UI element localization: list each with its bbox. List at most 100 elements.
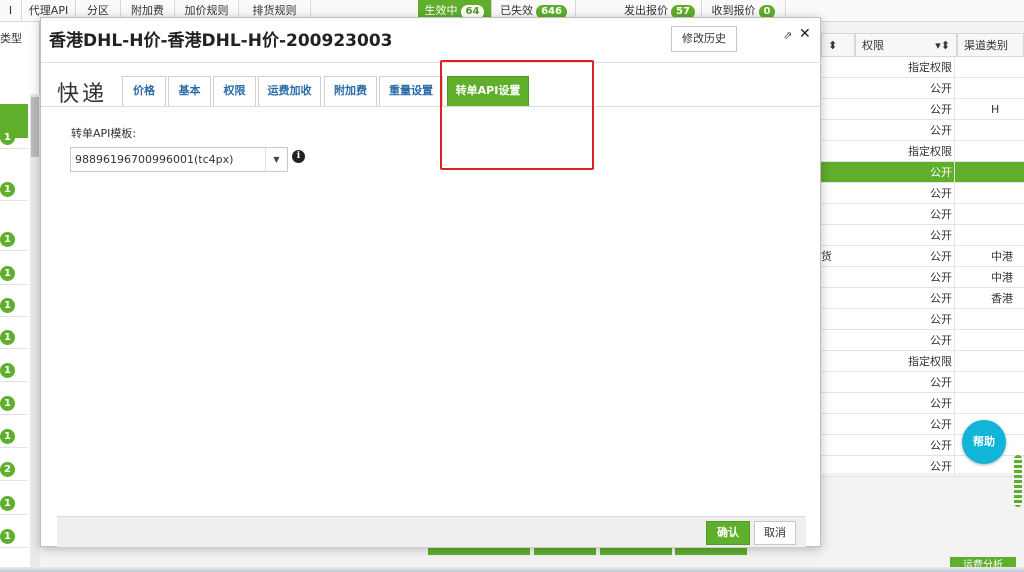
table-row[interactable]: 公开 bbox=[821, 309, 1024, 330]
count-badge: 1 bbox=[0, 363, 15, 378]
title-divider bbox=[41, 62, 822, 63]
transfer-api-template-label: 转单API模板: bbox=[71, 127, 137, 140]
dialog-footer: 确认 取消 bbox=[57, 516, 806, 547]
table-row[interactable]: 公开 香港 bbox=[821, 288, 1024, 309]
help-button[interactable]: 帮助 bbox=[962, 420, 1006, 464]
background-green-bar bbox=[534, 548, 596, 555]
close-icon[interactable]: ✕ bbox=[799, 26, 811, 42]
count-badge: 1 bbox=[0, 496, 15, 511]
tab-basic[interactable]: 基本 bbox=[168, 76, 211, 106]
sort-icon: ▾⬍ bbox=[935, 39, 950, 52]
table-row[interactable]: 公开 H bbox=[821, 99, 1024, 120]
type-column-header[interactable]: 类型 bbox=[0, 30, 22, 46]
channel-cell bbox=[991, 120, 1024, 141]
channel-cell bbox=[991, 351, 1024, 372]
channel-cell bbox=[991, 57, 1024, 78]
row-fragment-cell bbox=[821, 141, 831, 162]
table-row[interactable]: 公开 bbox=[821, 78, 1024, 99]
right-background-table: ⬍ 权限 ▾⬍ 渠道类别 指定权限 公开 公开 H 公开 指定权限 公开 公开 公开 公开货公开 中港… bbox=[821, 33, 1024, 477]
background-green-bar bbox=[600, 548, 672, 555]
tab-expired-label: 已失效 bbox=[500, 4, 534, 17]
table-row[interactable] bbox=[0, 447, 28, 448]
table-row[interactable]: 公开 bbox=[821, 330, 1024, 351]
info-icon[interactable]: i bbox=[292, 150, 305, 163]
confirm-button[interactable]: 确认 bbox=[706, 521, 750, 545]
table-row[interactable]: 公开 bbox=[821, 393, 1024, 414]
permission-cell: 公开 bbox=[855, 267, 955, 288]
row-fragment-cell bbox=[821, 57, 831, 78]
table-row[interactable] bbox=[0, 250, 28, 251]
permission-cell: 公开 bbox=[855, 162, 955, 183]
tab-surcharge[interactable]: 附加费 bbox=[324, 76, 377, 106]
permission-cell: 公开 bbox=[855, 120, 955, 141]
table-row[interactable] bbox=[0, 514, 28, 515]
tab-permission[interactable]: 权限 bbox=[213, 76, 256, 106]
table-row[interactable] bbox=[0, 200, 28, 201]
table-row[interactable] bbox=[0, 284, 28, 285]
table-row[interactable]: 指定权限 bbox=[821, 141, 1024, 162]
row-fragment-cell bbox=[821, 183, 831, 204]
left-scrollbar-thumb[interactable] bbox=[31, 97, 39, 157]
channel-cell: H bbox=[991, 103, 1000, 116]
table-row[interactable]: 公开 bbox=[821, 225, 1024, 246]
table-row[interactable] bbox=[0, 316, 28, 317]
permission-cell: 指定权限 bbox=[855, 141, 955, 162]
row-fragment-cell bbox=[821, 351, 831, 372]
permission-cell: 公开 bbox=[855, 309, 955, 330]
channel-cell: 中港 bbox=[991, 250, 1013, 263]
nav-item-api-fragment[interactable]: I bbox=[0, 0, 22, 22]
permission-cell: 公开 bbox=[855, 435, 955, 456]
table-row[interactable] bbox=[0, 348, 28, 349]
history-button[interactable]: 修改历史 bbox=[671, 26, 737, 52]
table-row[interactable]: 公开 bbox=[821, 204, 1024, 225]
left-scrollbar-track[interactable] bbox=[30, 94, 40, 572]
transfer-api-template-select[interactable]: 98896196700996001(tc4px) ▼ bbox=[70, 147, 288, 172]
right-scrollbar[interactable] bbox=[1014, 455, 1022, 507]
table-row[interactable]: 公开 bbox=[821, 162, 1024, 183]
cancel-button[interactable]: 取消 bbox=[754, 521, 796, 545]
tab-freight-surcharge[interactable]: 运费加收 bbox=[258, 76, 321, 106]
table-row[interactable] bbox=[0, 381, 28, 382]
tab-price[interactable]: 价格 bbox=[122, 76, 166, 106]
tab-sent-label: 发出报价 bbox=[624, 4, 669, 17]
count-badge: 1 bbox=[0, 266, 15, 281]
external-link-icon[interactable]: ⇗ bbox=[783, 29, 792, 42]
chevron-down-icon[interactable]: ▼ bbox=[265, 148, 287, 171]
channel-cell: 香港 bbox=[991, 292, 1013, 305]
permission-cell: 公开 bbox=[855, 456, 955, 477]
table-row[interactable]: 公开 中港 bbox=[821, 267, 1024, 288]
permission-cell: 公开 bbox=[855, 330, 955, 351]
row-fragment-cell: 货 bbox=[821, 250, 832, 263]
table-row[interactable]: 公开 bbox=[821, 372, 1024, 393]
count-badge: 1 bbox=[0, 429, 15, 444]
channel-cell bbox=[991, 393, 1024, 414]
table-row[interactable]: 指定权限 bbox=[821, 351, 1024, 372]
permission-header-label: 权限 bbox=[862, 39, 884, 52]
permission-cell: 指定权限 bbox=[855, 57, 955, 78]
permission-cell: 公开 bbox=[855, 204, 955, 225]
channel-column-header[interactable]: 渠道类别 bbox=[957, 33, 1024, 57]
sort-column-header[interactable]: ⬍ bbox=[821, 33, 855, 57]
count-badge: 1 bbox=[0, 182, 15, 197]
table-row[interactable] bbox=[0, 480, 28, 481]
table-row[interactable] bbox=[0, 148, 28, 149]
table-row[interactable] bbox=[0, 547, 28, 548]
table-row[interactable]: 公开 bbox=[821, 120, 1024, 141]
table-row[interactable]: 公开 bbox=[821, 183, 1024, 204]
permission-column-header[interactable]: 权限 ▾⬍ bbox=[855, 33, 957, 57]
table-row[interactable] bbox=[0, 414, 28, 415]
background-green-bar bbox=[428, 548, 530, 555]
channel-cell bbox=[991, 141, 1024, 162]
row-fragment-cell bbox=[821, 456, 831, 477]
row-fragment-cell bbox=[821, 435, 831, 456]
count-badge: 1 bbox=[0, 232, 15, 247]
permission-cell: 公开 bbox=[855, 414, 955, 435]
table-row[interactable]: 指定权限 bbox=[821, 57, 1024, 78]
row-fragment-cell bbox=[821, 288, 831, 309]
permission-cell: 公开 bbox=[855, 183, 955, 204]
left-background-table: 类型 1 1 1 1 1 1 1 1 1 2 1 1 bbox=[0, 22, 40, 572]
channel-cell bbox=[991, 183, 1024, 204]
table-row[interactable]: 货 公开 中港 bbox=[821, 246, 1024, 267]
tab-baseline bbox=[41, 106, 822, 107]
tab-weight-settings[interactable]: 重量设置 bbox=[379, 76, 443, 106]
